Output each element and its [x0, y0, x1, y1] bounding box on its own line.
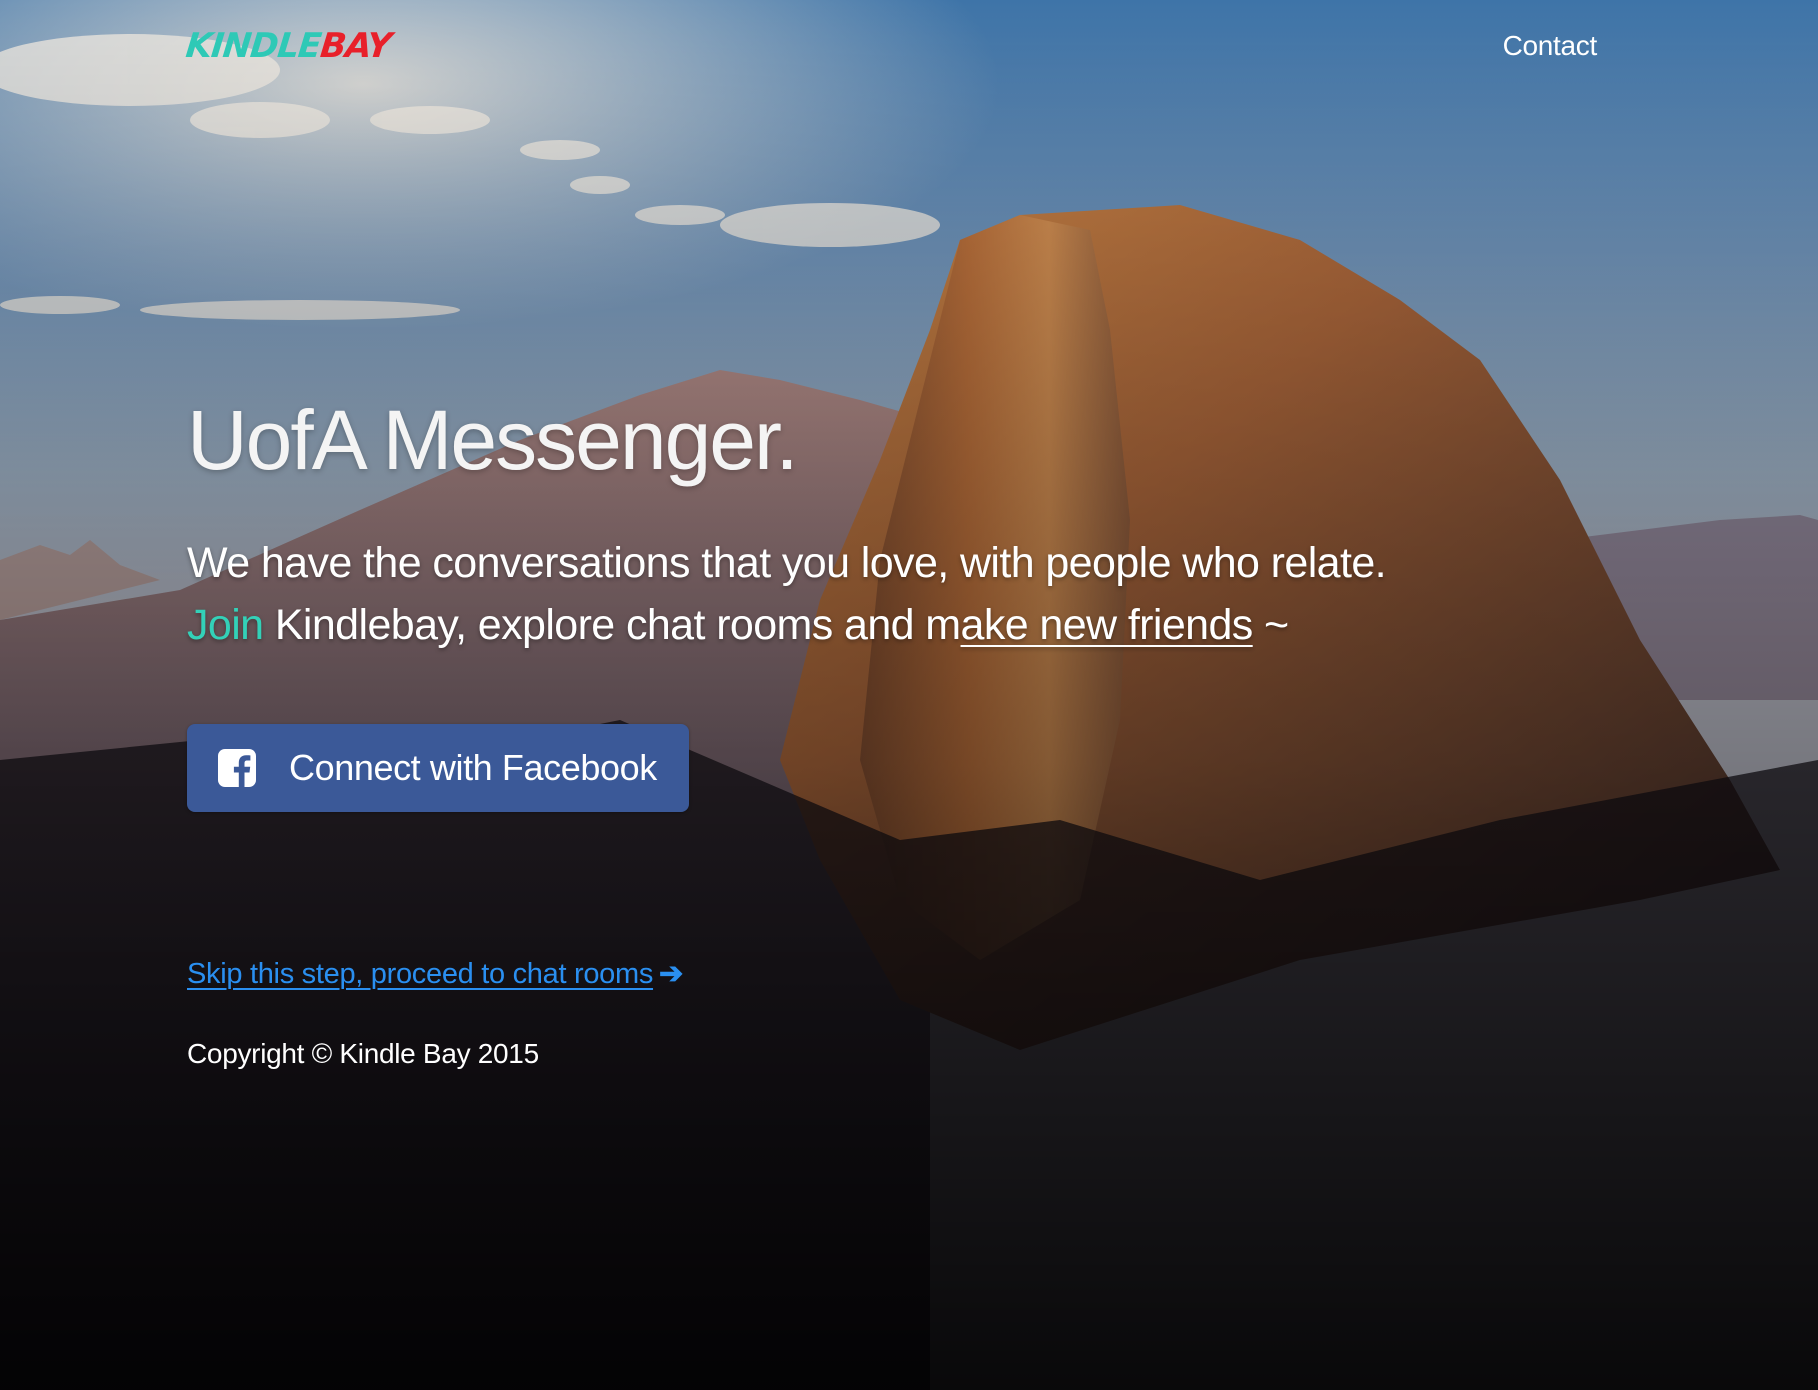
connect-facebook-button[interactable]: Connect with Facebook [187, 724, 689, 812]
tagline-line-2: Join Kindlebay, explore chat rooms and m… [187, 594, 1637, 656]
facebook-square-icon [218, 749, 256, 787]
nav-contact-link[interactable]: Contact [1503, 28, 1598, 64]
page-title: UofA Messenger. [187, 393, 799, 487]
make-new-friends-text: ake new friends [960, 601, 1254, 649]
navbar: KINDLEBAY Contact [0, 0, 1818, 92]
brand-logo[interactable]: KINDLEBAY [184, 26, 393, 66]
brand-logo-part-bay: BAY [318, 26, 393, 66]
arrow-right-icon: ➔ [659, 958, 684, 990]
tagline-line-1: We have the conversations that you love,… [187, 539, 1387, 587]
skip-to-chat-rooms-link[interactable]: Skip this step, proceed to chat rooms ➔ [187, 956, 683, 992]
hero-section: UofA Messenger. We have the conversation… [187, 390, 1637, 812]
skip-link-label: Skip this step, proceed to chat rooms [187, 958, 654, 990]
tagline-line-2-text: Kindlebay, explore chat rooms and m [263, 601, 961, 649]
connect-facebook-label: Connect with Facebook [289, 747, 657, 788]
tagline: We have the conversations that you love,… [187, 532, 1637, 656]
copyright-text: Copyright © Kindle Bay 2015 [187, 1038, 539, 1069]
landing-page: KINDLEBAY Contact UofA Messenger. We hav… [0, 0, 1818, 1390]
tagline-tilde: ~ [1252, 601, 1289, 649]
join-highlight: Join [187, 601, 264, 649]
brand-logo-part-kindle: KINDLE [183, 26, 323, 66]
